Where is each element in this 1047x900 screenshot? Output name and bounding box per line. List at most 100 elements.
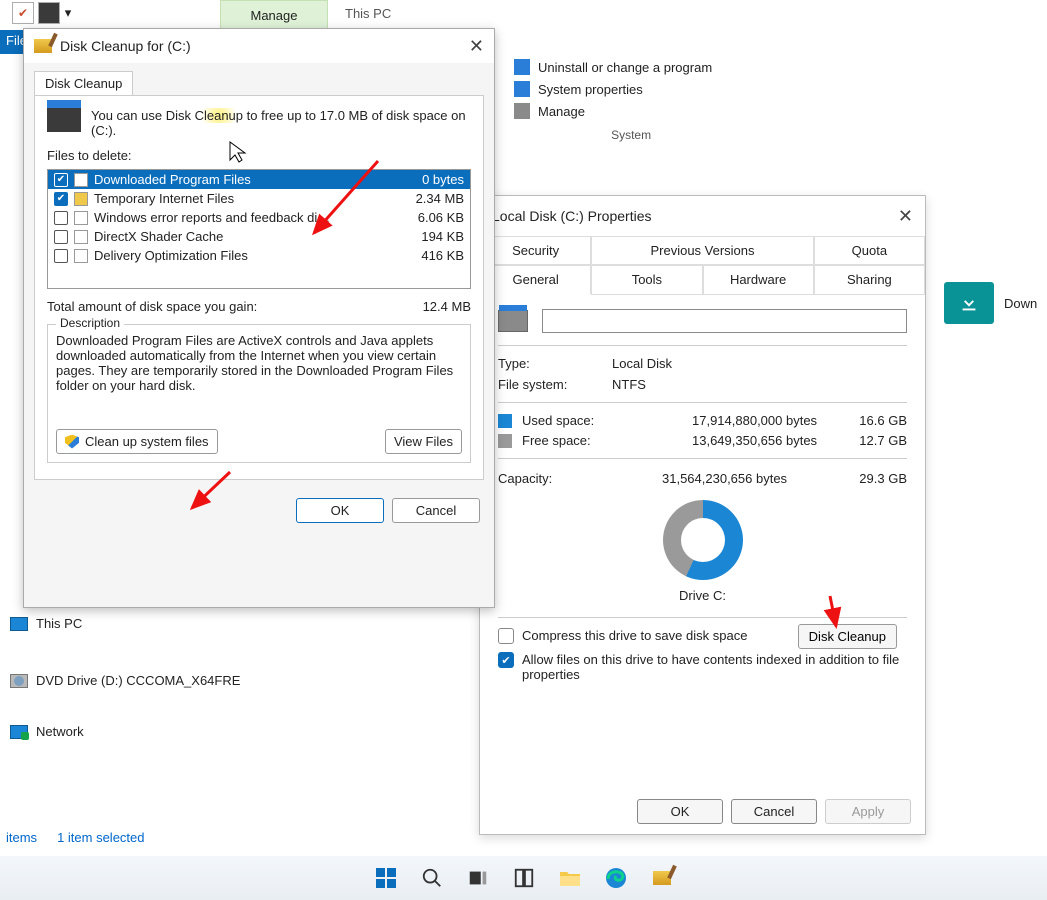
status-selected: 1 item selected xyxy=(57,830,144,845)
checkbox-icon: ✔ xyxy=(54,173,68,187)
file-size: 0 bytes xyxy=(404,172,464,187)
file-name: Windows error reports and feedback di… xyxy=(94,210,398,225)
downloads-folder-tile[interactable]: Down xyxy=(944,282,1037,324)
manage-icon xyxy=(514,103,530,119)
close-button[interactable]: ✕ xyxy=(898,206,913,227)
file-list-row[interactable]: ✔Temporary Internet Files2.34 MB xyxy=(48,189,470,208)
fs-value: NTFS xyxy=(612,377,646,392)
close-button[interactable]: ✕ xyxy=(469,36,484,57)
file-size: 194 KB xyxy=(404,229,464,244)
clean-system-files-button[interactable]: Clean up system files xyxy=(56,429,218,454)
file-list-row[interactable]: Windows error reports and feedback di… 6.… xyxy=(48,208,470,227)
index-checkbox-row[interactable]: ✔ Allow files on this drive to have conte… xyxy=(498,652,907,682)
tab-tools[interactable]: Tools xyxy=(591,265,702,295)
file-icon xyxy=(74,173,88,187)
disk-cleanup-taskbar-button[interactable] xyxy=(648,864,676,892)
drive-label-input[interactable] xyxy=(542,309,907,333)
square-icon xyxy=(39,3,59,23)
file-explorer-button[interactable] xyxy=(556,864,584,892)
tab-disk-cleanup[interactable]: Disk Cleanup xyxy=(34,71,133,95)
label: Manage xyxy=(538,104,585,119)
network-icon xyxy=(10,725,28,739)
disk-cleanup-button[interactable]: Disk Cleanup xyxy=(798,624,897,649)
uninstall-program-button[interactable]: Uninstall or change a program xyxy=(514,56,712,78)
check-icon: ✔ xyxy=(18,6,28,20)
qat-button[interactable] xyxy=(38,2,60,24)
tab-quota[interactable]: Quota xyxy=(814,236,925,265)
checkbox-checked-icon: ✔ xyxy=(498,652,514,668)
used-bytes: 17,914,880,000 bytes xyxy=(622,413,827,428)
apply-button[interactable]: Apply xyxy=(825,799,911,824)
label: Down xyxy=(1004,296,1037,311)
widgets-button[interactable] xyxy=(510,864,538,892)
disc-icon xyxy=(10,674,28,688)
label: System properties xyxy=(538,82,643,97)
file-list-row[interactable]: ✔Downloaded Program Files0 bytes xyxy=(48,170,470,189)
tree-item-dvd-drive[interactable]: DVD Drive (D:) CCCOMA_X64FRE xyxy=(0,667,300,694)
capacity-human: 29.3 GB xyxy=(837,471,907,486)
file-name: Temporary Internet Files xyxy=(94,191,398,206)
manage-ribbon-tab[interactable]: Manage xyxy=(220,0,328,30)
drive-caption: Drive C: xyxy=(498,588,907,603)
file-icon xyxy=(74,249,88,263)
drive-icon xyxy=(47,108,81,132)
capacity-label: Capacity: xyxy=(498,471,608,486)
files-listbox[interactable]: ✔Downloaded Program Files0 bytes✔ Tempora… xyxy=(47,169,471,289)
qat-dropdown[interactable]: ▾ xyxy=(64,2,72,24)
ok-button[interactable]: OK xyxy=(637,799,723,824)
files-to-delete-label: Files to delete: xyxy=(47,148,471,163)
explorer-titlebar: ✔ ▾ xyxy=(0,0,1047,30)
file-icon xyxy=(74,230,88,244)
file-size: 2.34 MB xyxy=(404,191,464,206)
label: Allow files on this drive to have conten… xyxy=(522,652,907,682)
properties-titlebar: Local Disk (C:) Properties ✕ xyxy=(480,196,925,236)
description-text: Downloaded Program Files are ActiveX con… xyxy=(56,333,462,409)
tree-item-this-pc[interactable]: This PC xyxy=(0,610,300,637)
tree-item-network[interactable]: Network xyxy=(0,718,300,745)
file-size: 6.06 KB xyxy=(404,210,464,225)
label: This PC xyxy=(36,616,82,631)
system-ribbon-group: Uninstall or change a program System pro… xyxy=(514,56,712,142)
tab-sharing[interactable]: Sharing xyxy=(814,265,925,295)
system-properties-button[interactable]: System properties xyxy=(514,78,712,100)
free-label: Free space: xyxy=(522,433,612,448)
manage-button[interactable]: Manage xyxy=(514,100,712,122)
cleanup-titlebar: Disk Cleanup for (C:) ✕ xyxy=(24,29,494,63)
file-name: DirectX Shader Cache xyxy=(94,229,398,244)
dialog-title: Local Disk (C:) Properties xyxy=(492,208,652,224)
start-button[interactable] xyxy=(372,864,400,892)
view-files-button[interactable]: View Files xyxy=(385,429,462,454)
file-list-row[interactable]: DirectX Shader Cache 194 KB xyxy=(48,227,470,246)
search-button[interactable] xyxy=(418,864,446,892)
file-list-row[interactable]: Delivery Optimization Files416 KB xyxy=(48,246,470,265)
group-caption: System xyxy=(514,128,712,142)
download-icon xyxy=(944,282,994,324)
tab-general[interactable]: General xyxy=(480,265,591,295)
task-view-button[interactable] xyxy=(464,864,492,892)
edge-button[interactable] xyxy=(602,864,630,892)
nav-tree: This PC DVD Drive (D:) CCCOMA_X64FRE Net… xyxy=(0,610,300,745)
cancel-button[interactable]: Cancel xyxy=(392,498,480,523)
tab-previous-versions[interactable]: Previous Versions xyxy=(591,236,814,265)
file-icon xyxy=(74,192,88,206)
status-items: items xyxy=(6,830,37,845)
qat-button[interactable]: ✔ xyxy=(12,2,34,24)
free-human: 12.7 GB xyxy=(837,433,907,448)
group-label: Description xyxy=(56,316,124,330)
properties-tabs: Security Previous Versions Quota General… xyxy=(480,236,925,295)
fs-label: File system: xyxy=(498,377,584,392)
capacity-bytes: 31,564,230,656 bytes xyxy=(608,471,837,486)
highlighted-word: Cleanup xyxy=(195,108,243,123)
cancel-button[interactable]: Cancel xyxy=(731,799,817,824)
description-group: Description Downloaded Program Files are… xyxy=(47,324,471,463)
tab-hardware[interactable]: Hardware xyxy=(703,265,814,295)
tab-security[interactable]: Security xyxy=(480,236,591,265)
broom-icon xyxy=(34,39,52,53)
label: DVD Drive (D:) CCCOMA_X64FRE xyxy=(36,673,240,688)
shield-icon xyxy=(65,435,79,449)
used-swatch-icon xyxy=(498,414,512,428)
label: Network xyxy=(36,724,84,739)
used-label: Used space: xyxy=(522,413,612,428)
ok-button[interactable]: OK xyxy=(296,498,384,523)
taskbar xyxy=(0,856,1047,900)
